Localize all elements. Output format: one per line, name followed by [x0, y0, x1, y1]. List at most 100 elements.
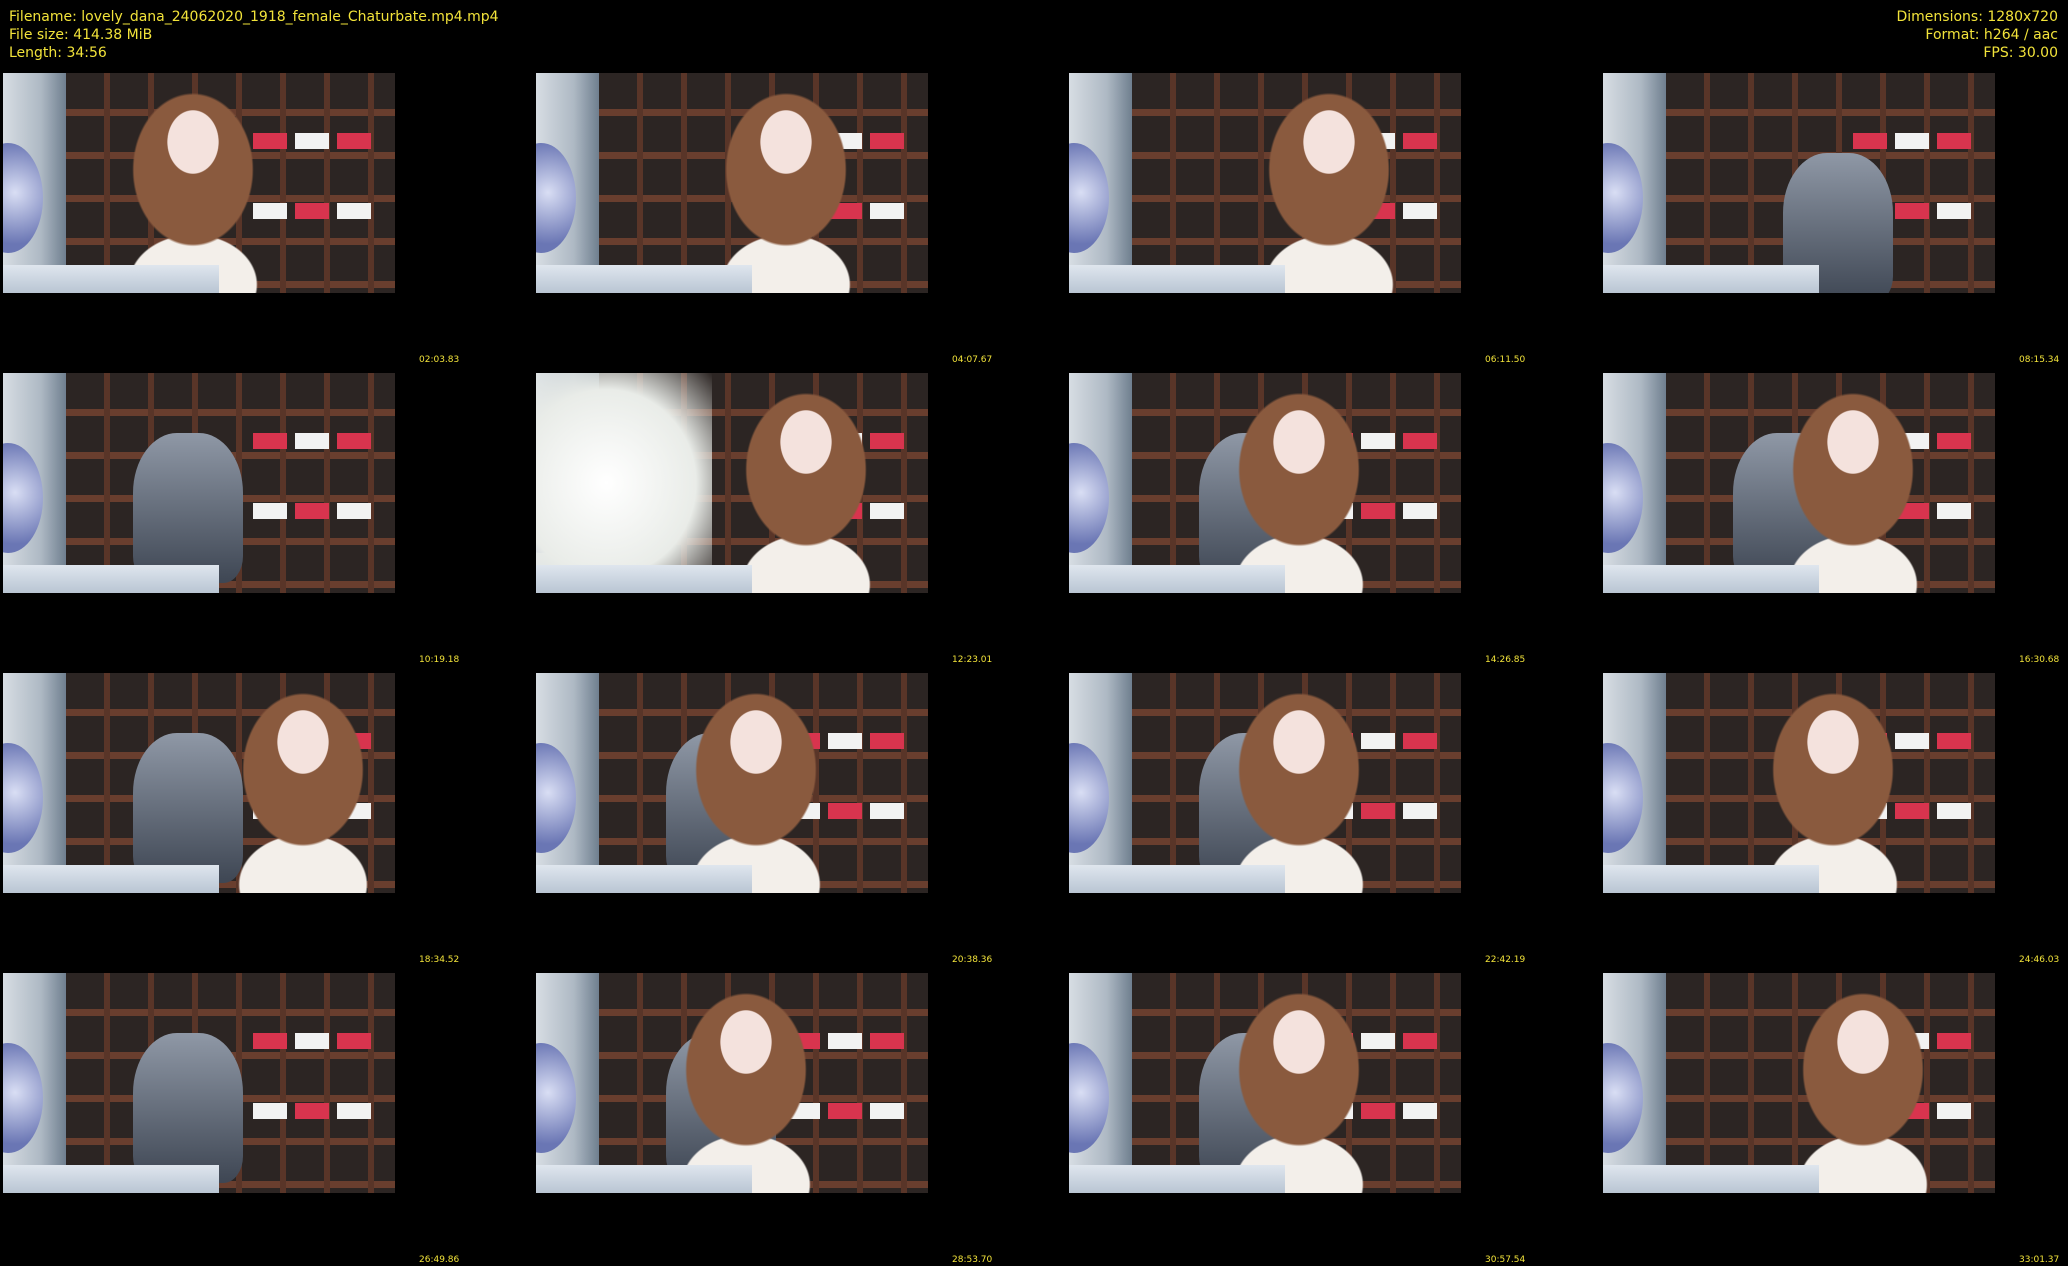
thumbnail-subject [1753, 373, 1953, 593]
thumbnail-desk [3, 865, 219, 893]
shelf-item [1895, 203, 1929, 219]
shelf-item [253, 503, 287, 519]
fps-label: FPS: 30.00 [1983, 45, 2058, 61]
shelf-item [337, 1103, 371, 1119]
shelf-item [337, 203, 371, 219]
thumbnail-timestamp: 10:19.18 [419, 655, 460, 665]
video-thumbnail-13 [3, 973, 395, 1193]
thumbnail-timestamp: 08:15.34 [2019, 355, 2060, 365]
dimensions-label: Dimensions: 1280x720 [1896, 9, 2058, 25]
thumbnail-subject [1733, 673, 1933, 893]
video-thumbnail-7 [1069, 373, 1461, 593]
thumbnail-timestamp: 30:57.54 [1485, 1255, 1526, 1265]
video-thumbnail-2 [536, 73, 928, 293]
thumbnail-subject [1199, 673, 1399, 893]
thumbnail-timestamp: 18:34.52 [419, 955, 460, 965]
shelf-item [1937, 803, 1971, 819]
thumbnail-subject [1229, 73, 1429, 293]
thumbnail-desk [1069, 565, 1285, 593]
shelf-item [1403, 733, 1437, 749]
shelf-item [295, 503, 329, 519]
thumbnail-chair [133, 1033, 243, 1183]
thumbnail-chair [133, 433, 243, 583]
thumbnail-desk [1069, 1165, 1285, 1193]
thumbnail-timestamp: 06:11.50 [1485, 355, 1526, 365]
video-thumbnail-8 [1603, 373, 1995, 593]
video-thumbnail-12 [1603, 673, 1995, 893]
thumbnail-subject [1763, 973, 1963, 1193]
thumbnail-timestamp: 04:07.67 [952, 355, 993, 365]
thumbnail-desk [536, 565, 752, 593]
shelf-item [295, 1103, 329, 1119]
thumbnail-timestamp: 24:46.03 [2019, 955, 2060, 965]
shelf-item [1403, 803, 1437, 819]
length-label: Length: 34:56 [9, 45, 107, 61]
thumbnail-timestamp: 20:38.36 [952, 955, 993, 965]
thumbnail-timestamp: 33:01.37 [2019, 1255, 2060, 1265]
thumbnail-subject [203, 673, 395, 893]
video-info-panel: Dimensions: 1280x720 Format: h264 / aac … [1896, 8, 2058, 62]
video-thumbnail-14 [536, 973, 928, 1193]
video-thumbnail-3 [1069, 73, 1461, 293]
thumbnail-subject [1199, 373, 1399, 593]
thumbnail-subject [686, 73, 886, 293]
thumbnail-desk [1603, 1165, 1819, 1193]
shelf-item [1853, 133, 1887, 149]
thumbnail-desk [3, 265, 219, 293]
shelf-item [295, 1033, 329, 1049]
thumbnail-desk [1069, 265, 1285, 293]
thumbnail-subject [646, 973, 846, 1193]
shelf-item [295, 433, 329, 449]
thumbnail-timestamp: 14:26.85 [1485, 655, 1526, 665]
shelf-item [337, 1033, 371, 1049]
thumbnail-desk [536, 1165, 752, 1193]
thumbnail-timestamp: 26:49.86 [419, 1255, 460, 1265]
shelf-item [1895, 133, 1929, 149]
thumbnail-desk [3, 1165, 219, 1193]
video-thumbnail-10 [536, 673, 928, 893]
shelf-item [295, 133, 329, 149]
video-thumbnail-16 [1603, 973, 1995, 1193]
thumbnail-subject [656, 673, 856, 893]
shelf-item [1403, 1103, 1437, 1119]
video-thumbnail-15 [1069, 973, 1461, 1193]
video-thumbnail-11 [1069, 673, 1461, 893]
file-info-panel: Filename: lovely_dana_24062020_1918_fema… [9, 8, 499, 62]
shelf-item [1403, 503, 1437, 519]
thumbnail-motion-blur [536, 373, 713, 593]
video-thumbnail-1 [3, 73, 395, 293]
thumbnail-subject [93, 73, 293, 293]
shelf-item [253, 1103, 287, 1119]
thumbnail-timestamp: 02:03.83 [419, 355, 460, 365]
video-thumbnail-9 [3, 673, 395, 893]
thumbnail-timestamp: 16:30.68 [2019, 655, 2060, 665]
shelf-item [1937, 203, 1971, 219]
thumbnail-desk [536, 265, 752, 293]
shelf-item [253, 433, 287, 449]
video-thumbnail-4 [1603, 73, 1995, 293]
thumbnail-desk [3, 565, 219, 593]
thumbnail-subject [706, 373, 906, 593]
thumbnail-desk [536, 865, 752, 893]
file-size-label: File size: 414.38 MiB [9, 27, 153, 43]
shelf-item [870, 803, 904, 819]
thumbnail-grid: 02:03.83 04:07.67 06:11.50 08:15.34 10:19.18… [3, 73, 2063, 1266]
filename-label: Filename: lovely_dana_24062020_1918_fema… [9, 9, 499, 25]
thumbnail-desk [1603, 565, 1819, 593]
thumbnail-subject [1199, 973, 1399, 1193]
shelf-item [295, 203, 329, 219]
thumbnail-timestamp: 22:42.19 [1485, 955, 1526, 965]
video-thumbnail-6 [536, 373, 928, 593]
format-label: Format: h264 / aac [1925, 27, 2058, 43]
shelf-item [1937, 133, 1971, 149]
shelf-item [337, 433, 371, 449]
shelf-item [253, 1033, 287, 1049]
shelf-item [870, 1033, 904, 1049]
thumbnail-timestamp: 28:53.70 [952, 1255, 993, 1265]
thumbnail-desk [1603, 265, 1819, 293]
shelf-item [337, 503, 371, 519]
shelf-item [337, 133, 371, 149]
video-thumbnail-5 [3, 373, 395, 593]
thumbnail-timestamp: 12:23.01 [952, 655, 993, 665]
thumbnail-desk [1069, 865, 1285, 893]
